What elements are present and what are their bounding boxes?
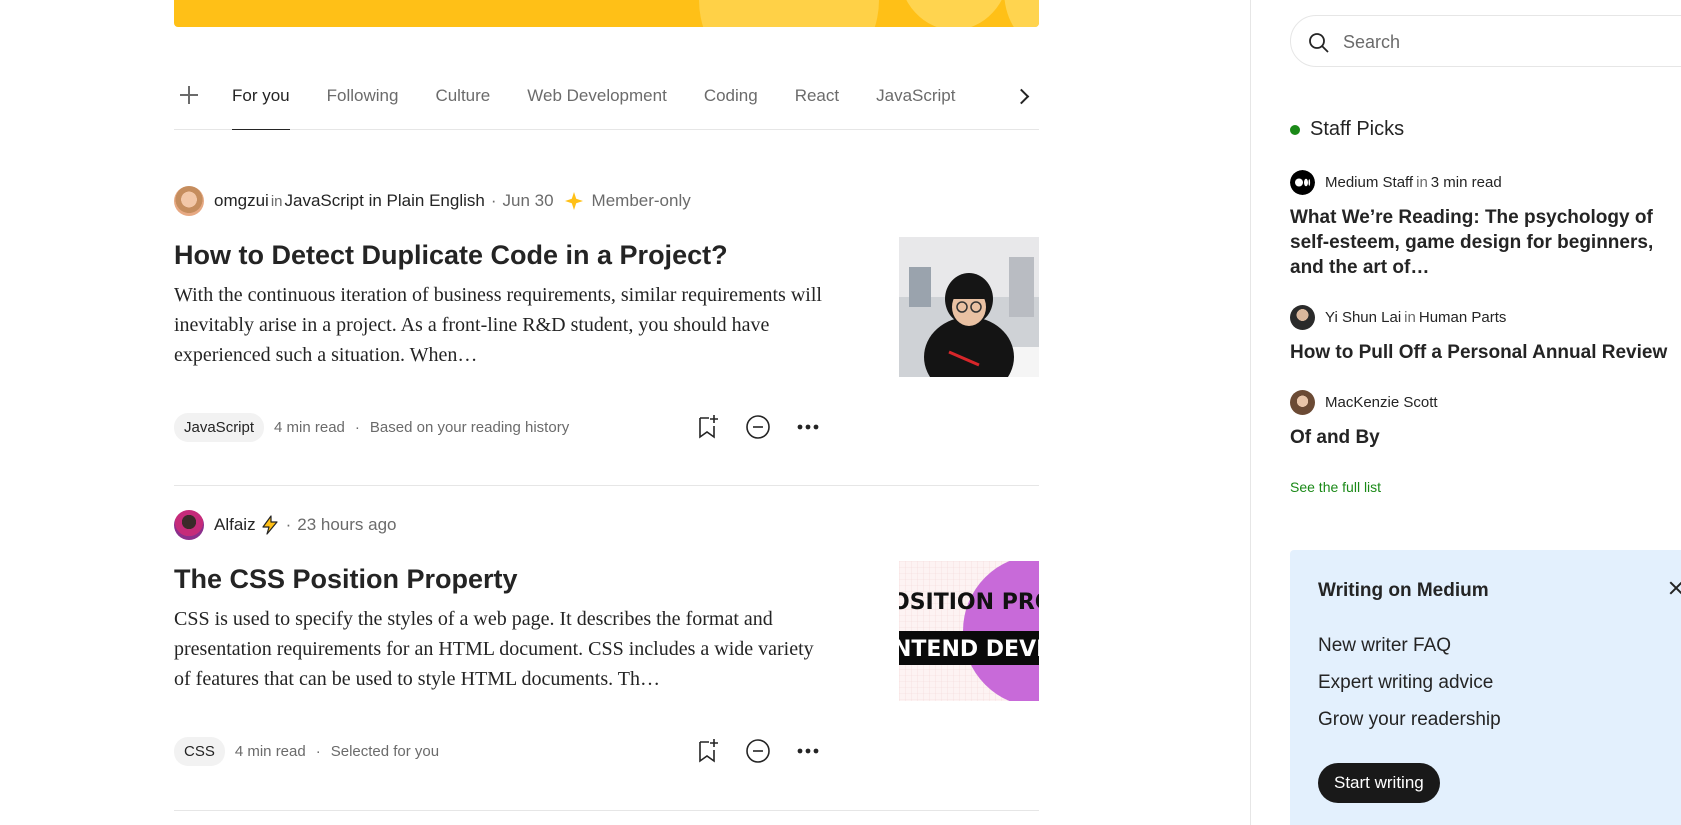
topic-tabs: For you Following Culture Web Development Co… [174, 70, 1039, 130]
recommendation-reason: Selected for you [330, 742, 440, 760]
tab-coding[interactable]: Coding [704, 70, 758, 130]
staff-pick-item[interactable]: Yi Shun Lai in Human Parts How to Pull O… [1290, 305, 1681, 365]
publication-name[interactable]: JavaScript in Plain English [285, 191, 485, 211]
pick-publication[interactable]: Human Parts [1419, 309, 1507, 326]
tab-web-development[interactable]: Web Development [527, 70, 667, 130]
new-writer-faq-link[interactable]: New writer FAQ [1318, 635, 1451, 657]
pick-author-row: Yi Shun Lai in Human Parts [1290, 305, 1681, 330]
avatar[interactable] [1290, 390, 1315, 415]
staff-pick-item[interactable]: Medium Staff in 3 min read What We’re Re… [1290, 170, 1681, 280]
bookmark-add-icon[interactable] [695, 738, 721, 764]
more-options-icon[interactable] [795, 738, 821, 764]
show-less-icon[interactable] [745, 738, 771, 764]
tab-react[interactable]: React [795, 70, 839, 130]
recommendation-reason: Based on your reading history [369, 418, 570, 436]
pick-title[interactable]: How to Pull Off a Personal Annual Review [1290, 340, 1681, 365]
in-label: in [270, 192, 283, 210]
grow-readership-link[interactable]: Grow your readership [1318, 709, 1501, 731]
pick-title[interactable]: What We’re Reading: The psychology of se… [1290, 205, 1681, 280]
tab-javascript[interactable]: JavaScript [876, 70, 955, 130]
pick-publication[interactable]: 3 min read [1431, 174, 1502, 191]
avatar[interactable] [174, 510, 204, 540]
tab-culture[interactable]: Culture [435, 70, 490, 130]
article-title[interactable]: How to Detect Duplicate Code in a Projec… [174, 240, 728, 271]
medium-logo-icon[interactable] [1290, 170, 1315, 195]
writing-on-medium-panel: Writing on Medium New writer FAQ Expert … [1290, 550, 1681, 825]
article-meta: omgzui in JavaScript in Plain English · … [174, 185, 691, 217]
start-writing-button[interactable]: Start writing [1318, 763, 1440, 803]
tab-fade [952, 70, 1012, 128]
in-label: in [1404, 309, 1416, 326]
staff-picks-title: Staff Picks [1310, 118, 1405, 140]
read-time: 4 min read [234, 742, 306, 760]
pick-author-name[interactable]: MacKenzie Scott [1325, 394, 1438, 411]
plus-icon[interactable] [178, 84, 200, 106]
promo-banner [174, 0, 1039, 27]
banner-decoration [1004, 0, 1039, 27]
pick-author-row: Medium Staff in 3 min read [1290, 170, 1681, 195]
topic-tag[interactable]: CSS [174, 736, 225, 766]
pick-author-row: MacKenzie Scott [1290, 390, 1681, 415]
banner-decoration [899, 0, 1009, 27]
show-less-icon[interactable] [745, 414, 771, 440]
publish-date: 23 hours ago [297, 515, 397, 534]
thumb-caption-1: OSITION PROP [899, 590, 1039, 615]
separator-dot: · [315, 742, 321, 760]
article-meta: Alfaiz · 23 hours ago [174, 509, 397, 541]
close-icon[interactable] [1668, 580, 1681, 596]
staff-picks-heading: Staff Picks [1290, 118, 1404, 141]
member-star-icon [564, 192, 583, 210]
separator-dot: · [354, 418, 360, 436]
article-thumbnail[interactable] [899, 237, 1039, 377]
separator-dot: · [490, 191, 497, 210]
sidebar-divider [1250, 0, 1251, 825]
pick-author-name[interactable]: Medium Staff [1325, 174, 1413, 191]
thumb-caption-2: NTEND DEVELO [899, 637, 1039, 662]
article-excerpt[interactable]: CSS is used to specify the styles of a w… [174, 604, 829, 694]
chevron-right-icon[interactable] [1012, 86, 1034, 108]
search-box[interactable] [1290, 15, 1681, 67]
separator-dot: · [285, 515, 292, 534]
pick-author-name[interactable]: Yi Shun Lai [1325, 309, 1401, 326]
article-actions [695, 412, 821, 442]
author-name[interactable]: Alfaiz [214, 515, 256, 535]
search-icon [1309, 33, 1329, 53]
lightning-icon [261, 515, 278, 535]
avatar[interactable] [1290, 305, 1315, 330]
tab-list: For you Following Culture Web Development Co… [232, 70, 1012, 130]
pick-title[interactable]: Of and By [1290, 425, 1681, 450]
tab-for-you[interactable]: For you [232, 70, 290, 130]
article-excerpt[interactable]: With the continuous iteration of busines… [174, 280, 829, 370]
see-full-list-link[interactable]: See the full list [1290, 479, 1381, 495]
bookmark-add-icon[interactable] [695, 414, 721, 440]
article-card[interactable]: Alfaiz · 23 hours ago The CSS Position P… [174, 509, 1039, 811]
read-time: 4 min read [274, 418, 345, 436]
member-only-badge: Member-only [591, 191, 691, 210]
publish-date: Jun 30 [502, 191, 554, 210]
avatar[interactable] [174, 186, 204, 216]
topic-tag[interactable]: JavaScript [174, 412, 265, 442]
staff-pick-item[interactable]: MacKenzie Scott Of and By [1290, 390, 1681, 450]
search-input[interactable] [1343, 28, 1643, 56]
banner-decoration [699, 0, 879, 27]
article-card[interactable]: omgzui in JavaScript in Plain English · … [174, 185, 1039, 486]
writing-panel-title: Writing on Medium [1318, 580, 1489, 601]
article-title[interactable]: The CSS Position Property [174, 564, 518, 595]
tab-following[interactable]: Following [327, 70, 399, 130]
author-name[interactable]: omgzui [214, 191, 269, 211]
more-options-icon[interactable] [795, 414, 821, 440]
in-label: in [1416, 174, 1428, 191]
expert-writing-advice-link[interactable]: Expert writing advice [1318, 672, 1493, 694]
green-dot-icon [1290, 124, 1300, 135]
article-actions [695, 736, 821, 766]
article-thumbnail[interactable]: OSITION PROP NTEND DEVELO [899, 561, 1039, 701]
